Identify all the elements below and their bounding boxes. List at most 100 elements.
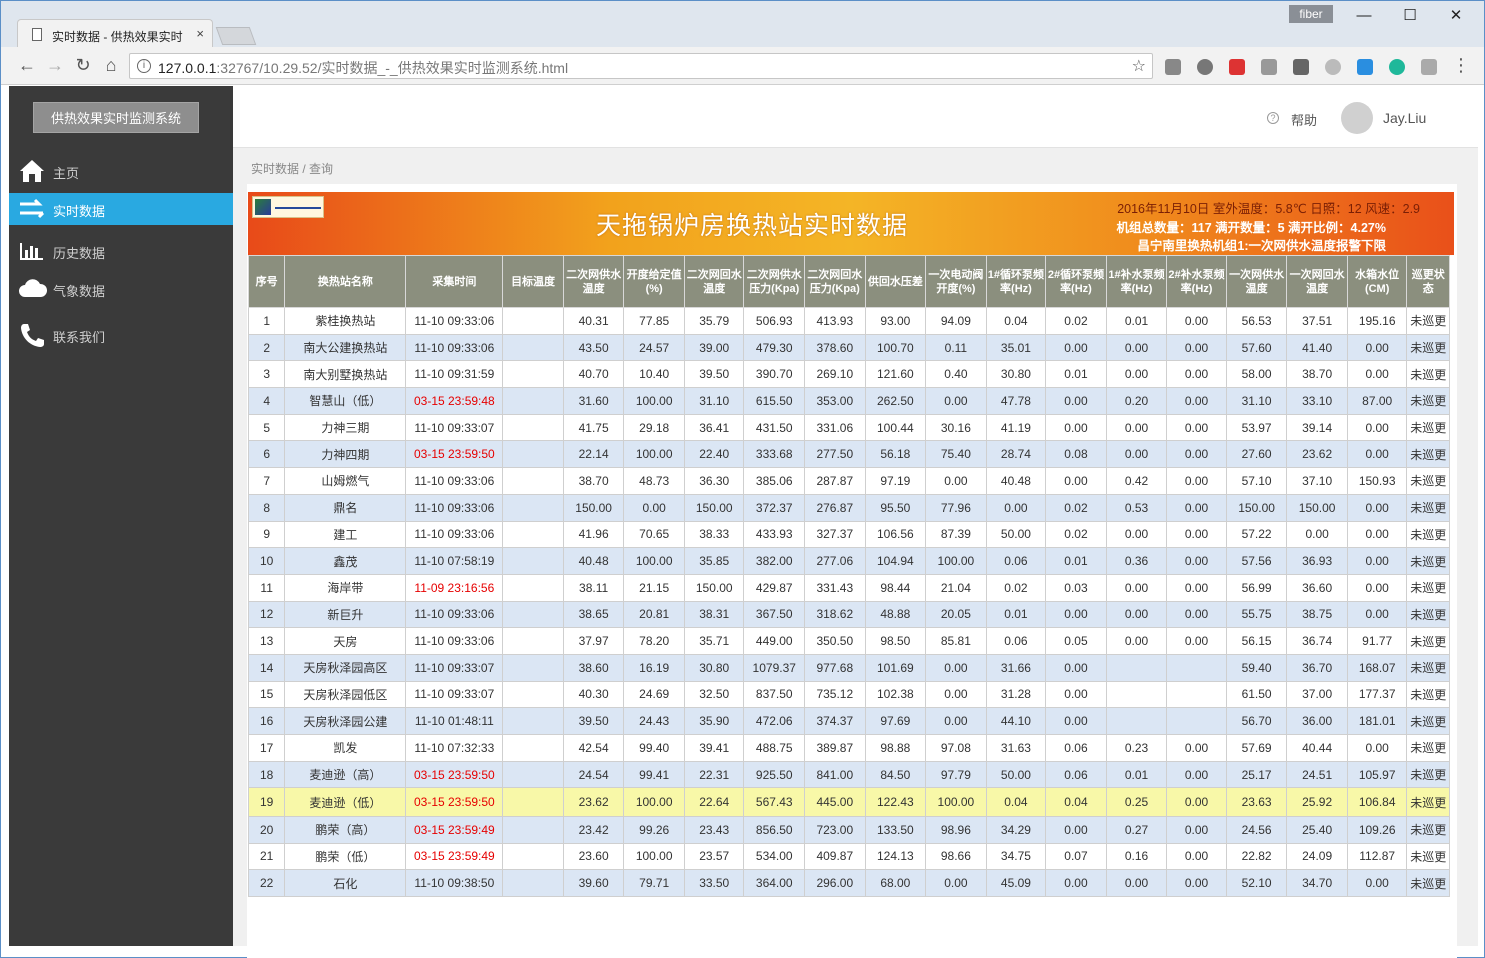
extension-icon[interactable]	[1421, 59, 1437, 75]
column-header[interactable]: 一次电动阀开度(%)	[925, 255, 987, 308]
table-row[interactable]: 18 麦迪逊（高） 03-15 23:59:50 24.54 99.41 22.31 925…	[247, 760, 1450, 789]
column-header[interactable]: 二次网回水压力(Kpa)	[804, 255, 866, 308]
table-row[interactable]: 22 石化 11-10 09:38:50 39.60 79.71 33.50 364.00 2…	[247, 869, 1450, 897]
table-cell	[502, 387, 564, 415]
extension-icon[interactable]	[1261, 59, 1277, 75]
table-cell: 0.00	[1105, 440, 1168, 469]
table-cell: 488.75	[743, 734, 806, 762]
extension-icon[interactable]	[1197, 59, 1213, 75]
table-cell: 3	[247, 360, 286, 389]
table-row[interactable]: 2 南大公建换热站 11-10 09:33:06 43.50 24.57 39.00 479…	[247, 333, 1450, 362]
table-cell: 133.50	[864, 815, 927, 844]
back-icon[interactable]: ←	[15, 55, 39, 76]
column-header[interactable]: 巡更状态	[1406, 255, 1450, 308]
table-cell: 91.77	[1346, 627, 1408, 655]
column-header[interactable]: 供回水压差	[864, 255, 927, 308]
table-row[interactable]: 5 力神三期 11-10 09:33:07 41.75 29.18 36.41 431.50…	[247, 413, 1450, 442]
home-icon[interactable]: ⌂	[99, 55, 123, 76]
table-cell: 98.88	[864, 734, 927, 762]
table-row[interactable]: 1 紫桂换热站 11-10 09:33:06 40.31 77.85 35.79 506.9…	[247, 307, 1450, 335]
extension-icon[interactable]	[1325, 59, 1341, 75]
new-tab-button[interactable]	[215, 27, 257, 45]
table-row[interactable]: 14 天房秋泽园高区 11-10 09:33:07 38.60 16.19 30.80 10…	[247, 653, 1450, 682]
table-cell: 山姆燃气	[284, 467, 407, 495]
menu-icon[interactable]: ⋮	[1449, 55, 1473, 76]
table-cell: 24.09	[1286, 842, 1348, 871]
table-row[interactable]: 9 建工 11-10 09:33:06 41.96 70.65 38.33 433.93 32…	[247, 520, 1450, 549]
address-bar[interactable]: i 127.0.0.1:32767/10.29.52/实时数据_-_供热效果实时…	[129, 53, 1153, 79]
column-header[interactable]: 2#循环泵频率(Hz)	[1045, 255, 1107, 308]
table-row[interactable]: 10 鑫茂 11-10 07:58:19 40.48 100.00 35.85 382.00…	[247, 547, 1450, 575]
table-row[interactable]: 16 天房秋泽园公建 11-10 01:48:11 39.50 24.43 35.90 47…	[247, 707, 1450, 735]
table-cell	[502, 869, 564, 897]
table-row[interactable]: 6 力神四期 03-15 23:59:50 22.14 100.00 22.40 333.6…	[247, 440, 1450, 469]
sidebar-item-realtime[interactable]: 实时数据	[9, 193, 233, 225]
avatar[interactable]	[1341, 102, 1373, 134]
column-header[interactable]: 2#补水泵频率(Hz)	[1166, 255, 1227, 308]
table-cell: 39.00	[683, 333, 745, 362]
table-row[interactable]: 8 鼎名 11-10 09:33:06 150.00 0.00 150.00 372.37 2…	[247, 493, 1450, 522]
column-header[interactable]: 二次网回水温度	[683, 255, 745, 308]
table-row[interactable]: 21 鹏荣（低） 03-15 23:59:49 23.60 100.00 23.57 534…	[247, 842, 1450, 871]
breadcrumb: 实时数据 / 查询	[251, 162, 334, 176]
table-row[interactable]: 15 天房秋泽园低区 11-10 09:33:07 40.30 24.69 32.50 83…	[247, 680, 1450, 709]
sidebar-item-history[interactable]: 历史数据	[9, 235, 233, 267]
table-cell: 106.84	[1346, 787, 1408, 817]
table-row[interactable]: 12 新巨升 11-10 09:33:06 38.65 20.81 38.31 367.50…	[247, 600, 1450, 629]
table-cell	[502, 600, 564, 629]
table-cell: 68.00	[864, 869, 927, 897]
column-header[interactable]: 目标温度	[502, 255, 564, 308]
table-cell: 0.00	[1045, 869, 1107, 897]
table-cell: 38.65	[562, 600, 625, 629]
bookmark-star-icon[interactable]: ☆	[1132, 56, 1146, 76]
table-cell: 389.87	[804, 734, 866, 762]
sidebar-item-home[interactable]: 主页	[9, 155, 233, 187]
table-cell: 0.01	[1045, 547, 1107, 575]
column-header[interactable]: 换热站名称	[284, 255, 407, 308]
column-header[interactable]: 序号	[247, 255, 286, 308]
table-cell: 24.51	[1286, 760, 1348, 789]
maximize-button[interactable]: ☐	[1387, 5, 1433, 27]
system-title-button[interactable]: 供热效果实时监测系统	[33, 102, 199, 133]
table-cell: 0.02	[1045, 307, 1107, 335]
sidebar-item-contact[interactable]: 联系我们	[9, 319, 233, 351]
sidebar-item-weather[interactable]: 气象数据	[9, 273, 233, 305]
table-row[interactable]: 13 天房 11-10 09:33:06 37.97 78.20 35.71 449.00 3…	[247, 627, 1450, 655]
reload-icon[interactable]: ↻	[71, 55, 95, 76]
extension-icon[interactable]	[1165, 59, 1181, 75]
table-row[interactable]: 20 鹏荣（高） 03-15 23:59:49 23.42 99.26 23.43 856.…	[247, 815, 1450, 844]
table-row[interactable]: 19 麦迪逊（低） 03-15 23:59:50 23.62 100.00 22.64 56…	[247, 787, 1450, 817]
column-header[interactable]: 二次网供水温度	[562, 255, 625, 308]
table-cell: 31.10	[683, 387, 745, 415]
column-header[interactable]: 二次网供水压力(Kpa)	[743, 255, 806, 308]
table-row[interactable]: 7 山姆燃气 11-10 09:33:06 38.70 48.73 36.30 385.06…	[247, 467, 1450, 495]
table-row[interactable]: 3 南大别墅换热站 11-10 09:31:59 40.70 10.40 39.50 390…	[247, 360, 1450, 389]
tab-close-icon[interactable]: ×	[196, 26, 204, 41]
column-header[interactable]: 采集时间	[405, 255, 504, 308]
column-header[interactable]: 1#补水泵频率(Hz)	[1105, 255, 1168, 308]
table-row[interactable]: 11 海岸带 11-09 23:16:56 38.11 21.15 150.00 429.8…	[247, 573, 1450, 602]
extension-icon[interactable]	[1357, 59, 1373, 75]
profile-badge[interactable]: fiber	[1289, 5, 1333, 23]
browser-tab[interactable]: 实时数据 - 供热效果实时 ×	[17, 19, 213, 49]
column-header[interactable]: 一次网回水温度	[1286, 255, 1348, 308]
user-name[interactable]: Jay.Liu	[1383, 110, 1426, 126]
close-window-button[interactable]: ✕	[1433, 5, 1479, 27]
help-icon[interactable]: ?	[1267, 112, 1279, 124]
forward-icon[interactable]: →	[43, 55, 67, 76]
extension-icon[interactable]	[1229, 59, 1245, 75]
help-link[interactable]: 帮助	[1291, 110, 1317, 129]
extension-icon[interactable]	[1389, 59, 1405, 75]
column-header[interactable]: 1#循环泵频率(Hz)	[985, 255, 1047, 308]
column-header[interactable]: 开度给定值(%)	[623, 255, 685, 308]
table-cell: 未巡更	[1406, 760, 1450, 789]
minimize-button[interactable]: —	[1341, 5, 1387, 27]
info-icon[interactable]: i	[137, 59, 151, 73]
table-cell: 56.18	[864, 440, 927, 469]
table-row[interactable]: 17 凯发 11-10 07:32:33 42.54 99.40 39.41 488.75 3…	[247, 734, 1450, 762]
table-cell: 0.00	[1105, 333, 1168, 362]
extension-icon[interactable]	[1293, 59, 1309, 75]
column-header[interactable]: 一次网供水温度	[1225, 255, 1288, 308]
column-header[interactable]: 水箱水位(CM)	[1346, 255, 1408, 308]
table-row[interactable]: 4 智慧山（低） 03-15 23:59:48 31.60 100.00 31.10 615…	[247, 387, 1450, 415]
